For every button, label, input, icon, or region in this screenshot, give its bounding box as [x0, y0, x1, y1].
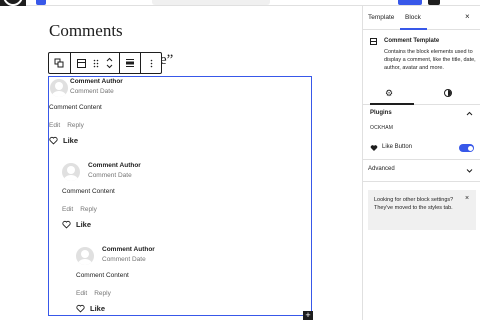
inserter-toggle-button[interactable] — [36, 0, 46, 5]
block-icon[interactable] — [76, 58, 86, 68]
comment-reply-link[interactable]: Reply — [80, 206, 97, 213]
comment-author[interactable]: Comment Author — [102, 246, 155, 253]
settings-sidebar: Template Block × Comment Template Contai… — [363, 6, 480, 320]
comment-edit-link[interactable]: Edit — [76, 290, 87, 297]
block-card-title: Comment Template — [384, 38, 440, 44]
active-tab-indicator — [370, 103, 414, 105]
comment-template-block[interactable] — [48, 76, 312, 316]
avatar — [76, 247, 94, 265]
like-button[interactable]: Like — [76, 304, 105, 313]
heart-outline-icon — [62, 220, 71, 229]
comment-content[interactable]: Comment Content — [76, 272, 129, 279]
comment-template-icon — [370, 38, 377, 45]
comment-date[interactable]: Comment Date — [70, 88, 114, 95]
chevron-down-icon[interactable] — [466, 167, 473, 174]
like-button-toggle-label: Like Button — [382, 144, 413, 150]
like-label: Like — [63, 136, 79, 145]
advanced-panel-title[interactable]: Advanced — [368, 166, 395, 172]
comment-content[interactable]: Comment Content — [49, 104, 102, 111]
plugin-group-heading: OCKHAM — [370, 125, 394, 131]
comment-reply-link[interactable]: Reply — [94, 290, 111, 297]
block-type-controls — [71, 53, 120, 73]
close-icon[interactable]: × — [465, 195, 469, 202]
page-title[interactable]: Comments — [49, 21, 123, 41]
avatar — [50, 79, 68, 97]
comment-date[interactable]: Comment Date — [88, 172, 132, 179]
comment-actions: Edit Reply — [62, 206, 97, 213]
like-label: Like — [76, 220, 92, 229]
more-menu-button[interactable] — [452, 0, 462, 5]
comment-actions: Edit Reply — [76, 290, 111, 297]
add-block-button[interactable]: + — [303, 311, 313, 320]
save-button[interactable] — [398, 0, 422, 5]
close-icon[interactable]: × — [465, 12, 470, 21]
active-tab-indicator — [400, 28, 427, 30]
comment-edit-link[interactable]: Edit — [62, 206, 73, 213]
avatar — [62, 163, 80, 181]
block-card-description: Contains the block elements used to disp… — [384, 49, 476, 71]
notice-text: Looking for other block settings? They'v… — [374, 197, 454, 211]
select-parent-button[interactable] — [49, 53, 71, 73]
settings-toggle-button[interactable] — [428, 0, 440, 5]
chevron-up-icon[interactable] — [466, 110, 473, 117]
comment-date[interactable]: Comment Date — [102, 256, 146, 263]
comment-author[interactable]: Comment Author — [88, 162, 141, 169]
gear-icon[interactable]: ⚙ — [385, 88, 393, 99]
heart-outline-icon — [76, 304, 85, 313]
sidebar-tabs: Template Block × — [363, 6, 480, 30]
align-button[interactable] — [120, 53, 142, 73]
heart-filled-icon — [370, 145, 378, 152]
like-button-toggle[interactable] — [459, 144, 474, 152]
document-title-bar[interactable] — [152, 0, 270, 5]
comment-author[interactable]: Comment Author — [70, 78, 123, 85]
drag-handle-icon[interactable] — [93, 59, 99, 68]
tab-template[interactable]: Template — [368, 14, 394, 21]
heart-outline-icon — [49, 136, 58, 145]
tab-block[interactable]: Block — [405, 14, 421, 21]
like-button[interactable]: Like — [62, 220, 91, 229]
comment-edit-link[interactable]: Edit — [49, 122, 60, 129]
comment-actions: Edit Reply — [49, 122, 84, 129]
block-more-options-button[interactable] — [141, 53, 161, 73]
more-options-icon — [150, 59, 152, 67]
comment-content[interactable]: Comment Content — [62, 188, 115, 195]
comment-template-icon — [54, 58, 64, 68]
align-icon — [126, 59, 135, 67]
like-button[interactable]: Like — [49, 136, 78, 145]
comment-reply-link[interactable]: Reply — [67, 122, 84, 129]
plugins-panel-title[interactable]: Plugins — [370, 110, 392, 116]
block-card: Comment Template Contains the block elem… — [363, 31, 480, 83]
panel-divider — [363, 181, 480, 182]
panel-divider — [363, 159, 480, 160]
contrast-icon[interactable] — [444, 89, 452, 97]
move-up-down-icon[interactable] — [106, 57, 113, 69]
styles-moved-notice: Looking for other block settings? They'v… — [368, 190, 476, 230]
like-label: Like — [90, 304, 106, 313]
block-toolbar — [48, 52, 162, 74]
settings-style-tabs: ⚙ — [363, 83, 480, 105]
